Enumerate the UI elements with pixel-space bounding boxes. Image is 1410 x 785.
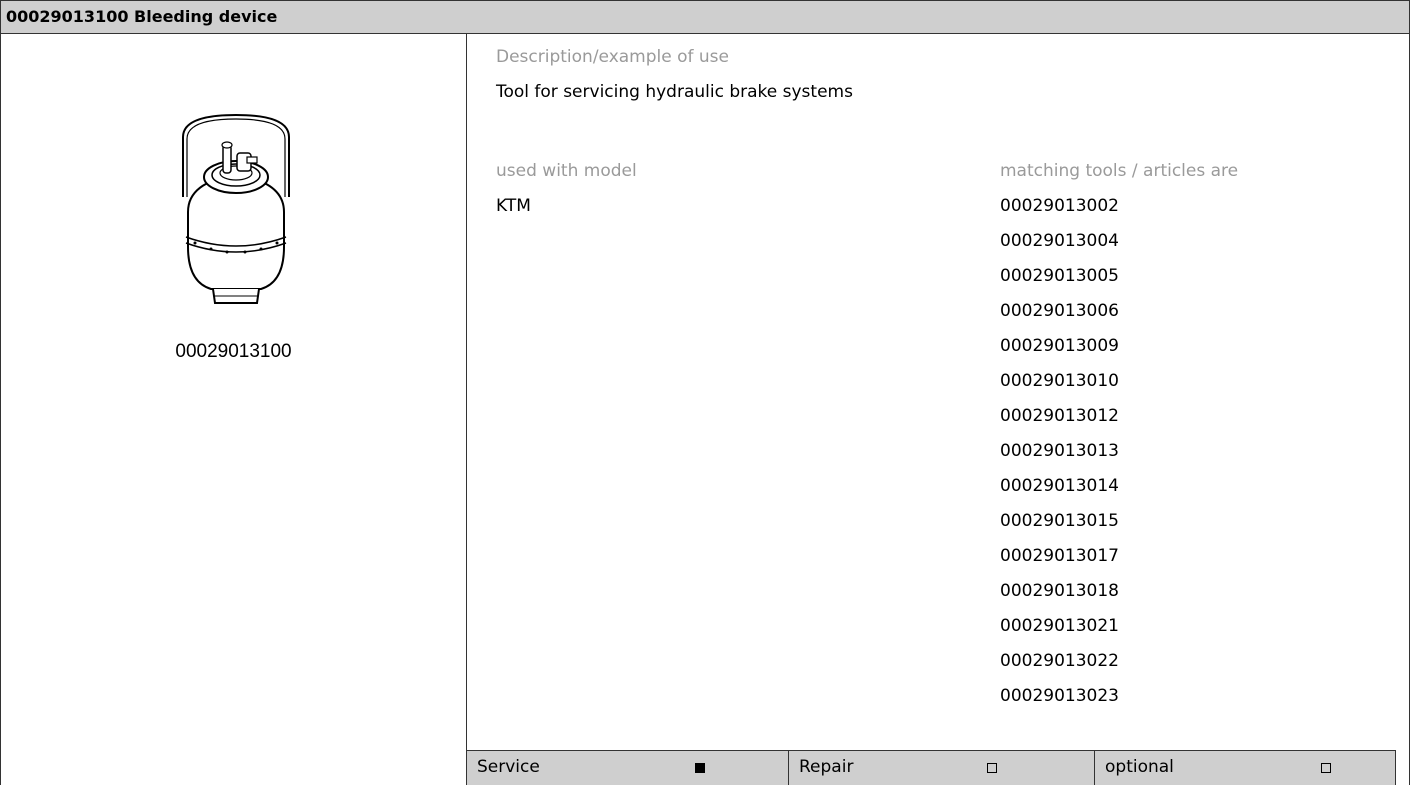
optional-checkbox[interactable] (1321, 763, 1331, 773)
matching-list: 00029013002 00029013004 00029013005 0002… (1000, 196, 1119, 721)
list-item: 00029013010 (1000, 371, 1119, 391)
usage-footer: Service Repair optional (466, 750, 1410, 785)
list-item: 00029013014 (1000, 476, 1119, 496)
description-text: Tool for servicing hydraulic brake syste… (496, 82, 853, 102)
tool-image-panel: 00029013100 (0, 33, 467, 785)
list-item: 00029013022 (1000, 651, 1119, 671)
tool-number: 00029013100 (175, 341, 292, 362)
model-label: used with model (496, 161, 637, 181)
list-item: 00029013005 (1000, 266, 1119, 286)
page-title: 00029013100 Bleeding device (0, 0, 1410, 34)
description-label: Description/example of use (496, 47, 730, 67)
matching-label: matching tools / articles are (1000, 161, 1239, 181)
tool-sheet: 00029013100 Bleeding device 00029013100 … (0, 0, 1410, 785)
list-item: 00029013004 (1000, 231, 1119, 251)
list-item: 00029013015 (1000, 511, 1119, 531)
list-item: 00029013021 (1000, 616, 1119, 636)
optional-cell: optional (1094, 750, 1396, 785)
list-item: 00029013023 (1000, 686, 1119, 706)
tool-details-panel: Description/example of use Tool for serv… (466, 33, 1410, 785)
list-item: 00029013009 (1000, 336, 1119, 356)
service-label: Service (477, 757, 540, 777)
list-item: 00029013006 (1000, 301, 1119, 321)
list-item: 00029013012 (1000, 406, 1119, 426)
repair-label: Repair (799, 757, 854, 777)
optional-label: optional (1105, 757, 1174, 777)
list-item: 00029013018 (1000, 581, 1119, 601)
bleeding-device-icon (182, 113, 290, 304)
list-item: 00029013002 (1000, 196, 1119, 216)
repair-checkbox[interactable] (987, 763, 997, 773)
list-item: 00029013013 (1000, 441, 1119, 461)
model-value: KTM (496, 196, 531, 216)
service-cell: Service (466, 750, 788, 785)
list-item: 00029013017 (1000, 546, 1119, 566)
service-checkbox[interactable] (695, 763, 705, 773)
repair-cell: Repair (788, 750, 1094, 785)
